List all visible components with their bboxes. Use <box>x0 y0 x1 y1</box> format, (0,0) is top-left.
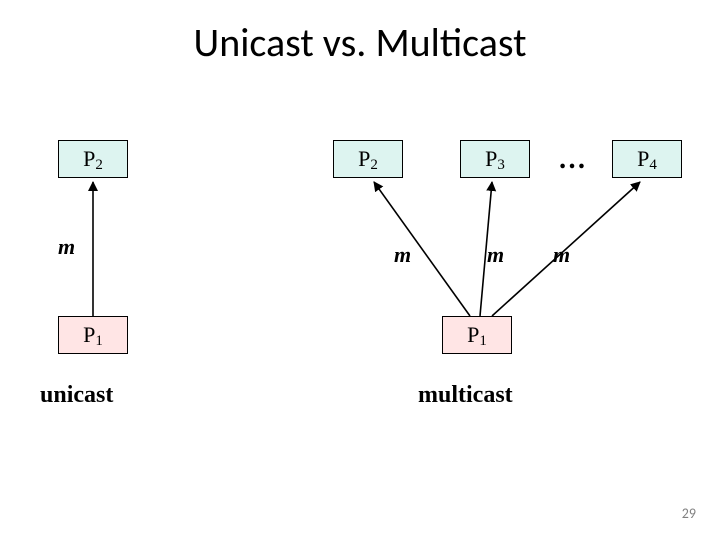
multicast-caption: multicast <box>418 382 513 409</box>
unicast-dest-sub: 2 <box>95 157 103 173</box>
unicast-src-label: P <box>83 322 95 347</box>
multicast-m3-label: m <box>553 242 570 268</box>
multicast-dest1-label: P <box>358 146 370 171</box>
unicast-src-node: P1 <box>58 316 128 354</box>
unicast-dest-label: P <box>83 146 95 171</box>
ellipsis-label: … <box>558 144 588 176</box>
unicast-m-label: m <box>58 234 75 260</box>
multicast-arrow-1 <box>374 182 470 316</box>
multicast-src-node: P1 <box>442 316 512 354</box>
unicast-dest-node: P2 <box>58 140 128 178</box>
multicast-dest2-node: P3 <box>460 140 530 178</box>
multicast-dest2-sub: 3 <box>497 157 505 173</box>
multicast-dest1-sub: 2 <box>370 157 378 173</box>
page-number: 29 <box>682 505 696 522</box>
multicast-dest1-node: P2 <box>333 140 403 178</box>
multicast-m1-label: m <box>394 242 411 268</box>
unicast-caption: unicast <box>40 382 113 409</box>
multicast-src-sub: 1 <box>479 333 487 349</box>
multicast-src-label: P <box>467 322 479 347</box>
diagram-stage: P2 P1 m unicast P2 P3 … P4 P1 m m m mult… <box>0 120 720 480</box>
multicast-dest3-node: P4 <box>612 140 682 178</box>
multicast-dest3-sub: 4 <box>649 157 657 173</box>
multicast-dest2-label: P <box>485 146 497 171</box>
multicast-m2-label: m <box>487 242 504 268</box>
multicast-dest3-label: P <box>637 146 649 171</box>
slide-title: Unicast vs. Multicast <box>0 18 720 67</box>
unicast-src-sub: 1 <box>95 333 103 349</box>
